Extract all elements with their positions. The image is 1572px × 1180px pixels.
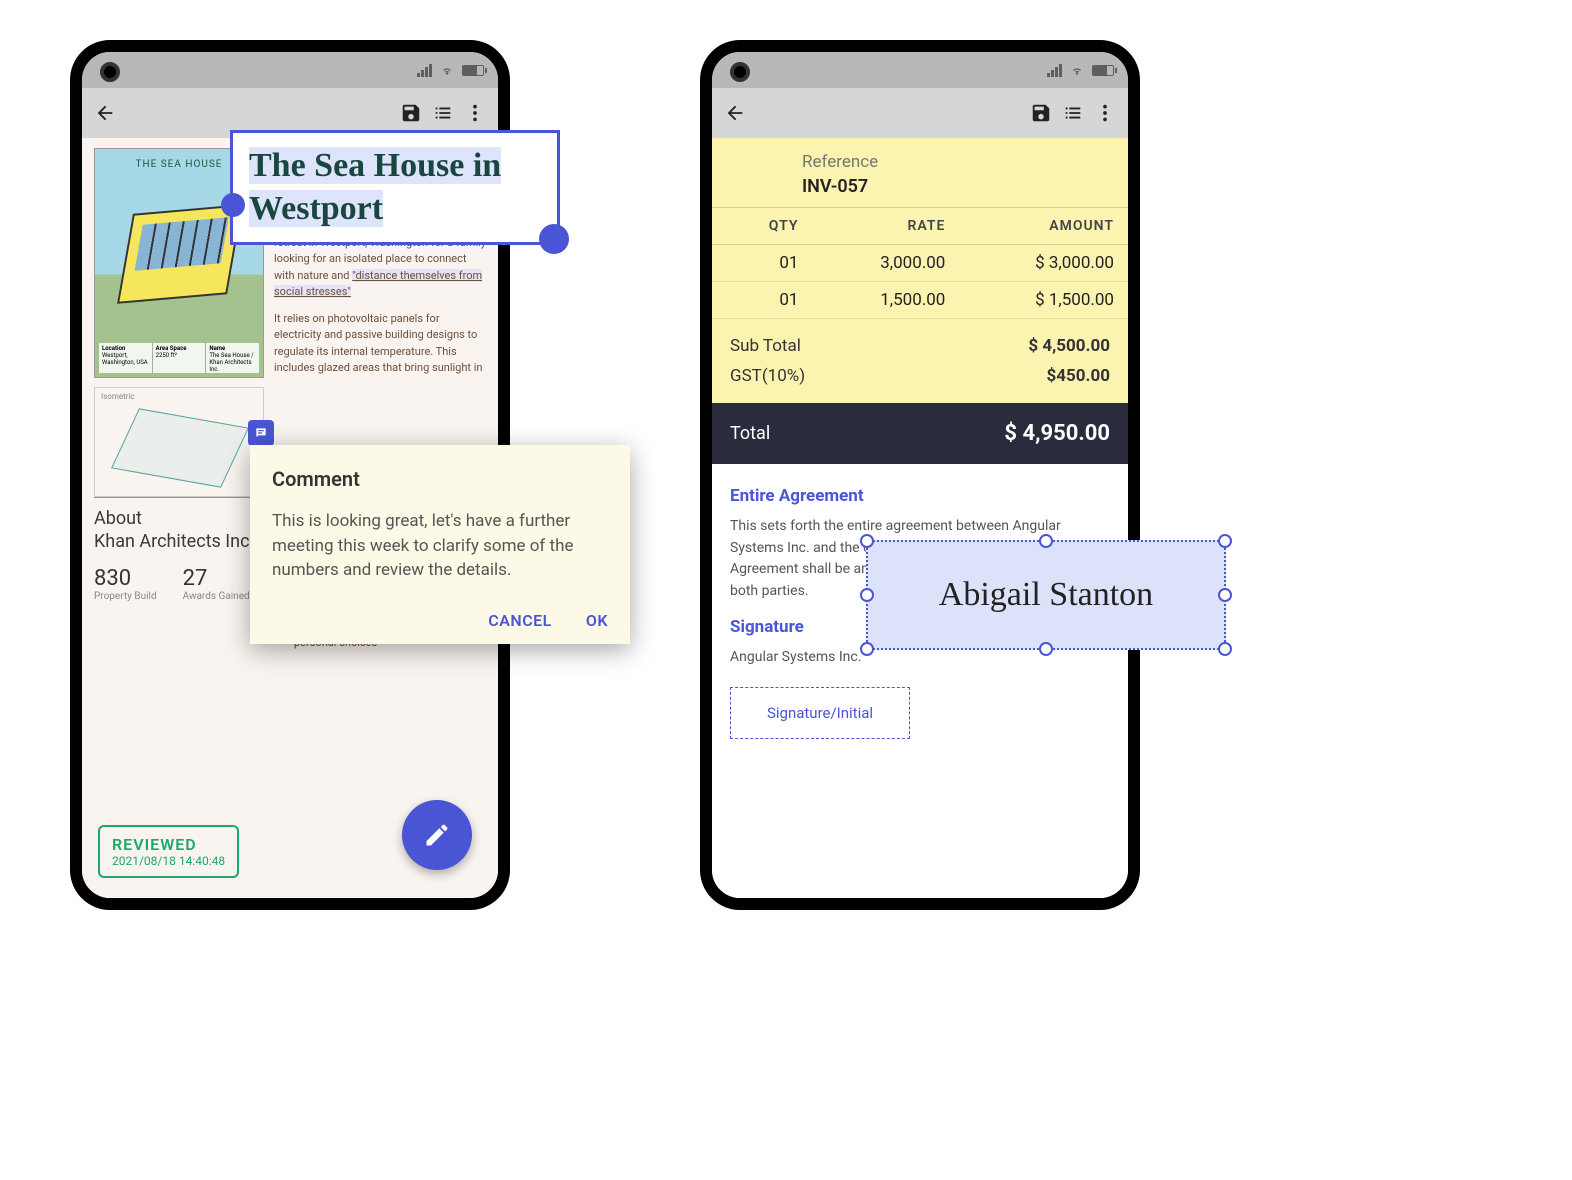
stat-item: 27Awards Gained (183, 566, 250, 603)
reviewed-stamp: REVIEWED 2021/08/18 14:40:48 (98, 825, 239, 878)
resize-handle[interactable] (1218, 642, 1232, 656)
list-button[interactable] (432, 102, 454, 124)
resize-handle[interactable] (1039, 534, 1053, 548)
summary-block: Sub Total $ 4,500.00 GST(10%) $450.00 (712, 319, 1128, 403)
cancel-button[interactable]: CANCEL (488, 611, 552, 630)
iso-label: Isometric (101, 392, 135, 401)
battery-icon (462, 65, 484, 76)
comment-body: This is looking great, let's have a furt… (272, 509, 608, 583)
wifi-icon (440, 63, 454, 77)
resize-handle[interactable] (1039, 642, 1053, 656)
resize-handle[interactable] (860, 642, 874, 656)
status-bar (712, 52, 1128, 88)
comment-marker-icon[interactable] (248, 420, 274, 446)
ok-button[interactable]: OK (586, 611, 608, 630)
isometric-image: Isometric (94, 387, 264, 497)
subtotal-value: $ 4,500.00 (1028, 336, 1110, 356)
resize-handle[interactable] (860, 534, 874, 548)
save-button[interactable] (400, 102, 422, 124)
hero-meta: LocationWestport, Washington, USA Area S… (99, 343, 259, 373)
list-button[interactable] (1062, 102, 1084, 124)
col-rate: RATE (812, 208, 959, 245)
reference-value: INV-057 (802, 176, 1110, 207)
wifi-icon (1070, 63, 1084, 77)
col-amount: AMOUNT (959, 208, 1128, 245)
signature-drawn: Abigail Stanton (939, 576, 1153, 614)
save-button[interactable] (1030, 102, 1052, 124)
signal-icon (1047, 64, 1062, 77)
total-value: $ 4,950.00 (1004, 421, 1110, 446)
camera-cutout (730, 62, 750, 82)
invoice-table: QTY RATE AMOUNT 01 3,000.00 $ 3,000.00 0… (712, 207, 1128, 319)
selected-title[interactable]: The Sea House in Westport (230, 130, 560, 245)
table-row: 01 1,500.00 $ 1,500.00 (712, 282, 1128, 319)
gst-value: $450.00 (1047, 366, 1110, 386)
toolbar (712, 88, 1128, 138)
comment-heading: Comment (272, 467, 608, 491)
camera-cutout (100, 62, 120, 82)
table-row: 01 3,000.00 $ 3,000.00 (712, 245, 1128, 282)
total-label: Total (730, 423, 770, 444)
reference-block: Reference INV-057 (712, 138, 1128, 207)
more-button[interactable] (1094, 102, 1116, 124)
agreement-heading: Entire Agreement (730, 486, 1110, 506)
signal-icon (417, 64, 432, 77)
back-button[interactable] (724, 102, 746, 124)
phone-2: Reference INV-057 QTY RATE AMOUNT 01 3,0… (700, 40, 1140, 910)
stat-item: 830Property Build (94, 566, 157, 603)
invoice-view[interactable]: Reference INV-057 QTY RATE AMOUNT 01 3,0… (712, 138, 1128, 898)
resize-handle[interactable] (1218, 588, 1232, 602)
total-row: Total $ 4,950.00 (712, 403, 1128, 464)
signature-field[interactable]: Signature/Initial (730, 687, 910, 739)
subtotal-label: Sub Total (730, 336, 801, 356)
status-bar (82, 52, 498, 88)
battery-icon (1092, 65, 1114, 76)
signature-selection[interactable]: Abigail Stanton (866, 540, 1226, 650)
edit-fab[interactable] (402, 800, 472, 870)
reference-label: Reference (802, 152, 1110, 172)
resize-handle[interactable] (860, 588, 874, 602)
back-button[interactable] (94, 102, 116, 124)
col-qty: QTY (712, 208, 812, 245)
comment-dialog: Comment This is looking great, let's hav… (250, 445, 630, 644)
more-button[interactable] (464, 102, 486, 124)
resize-handle[interactable] (1218, 534, 1232, 548)
gst-label: GST(10%) (730, 366, 805, 386)
